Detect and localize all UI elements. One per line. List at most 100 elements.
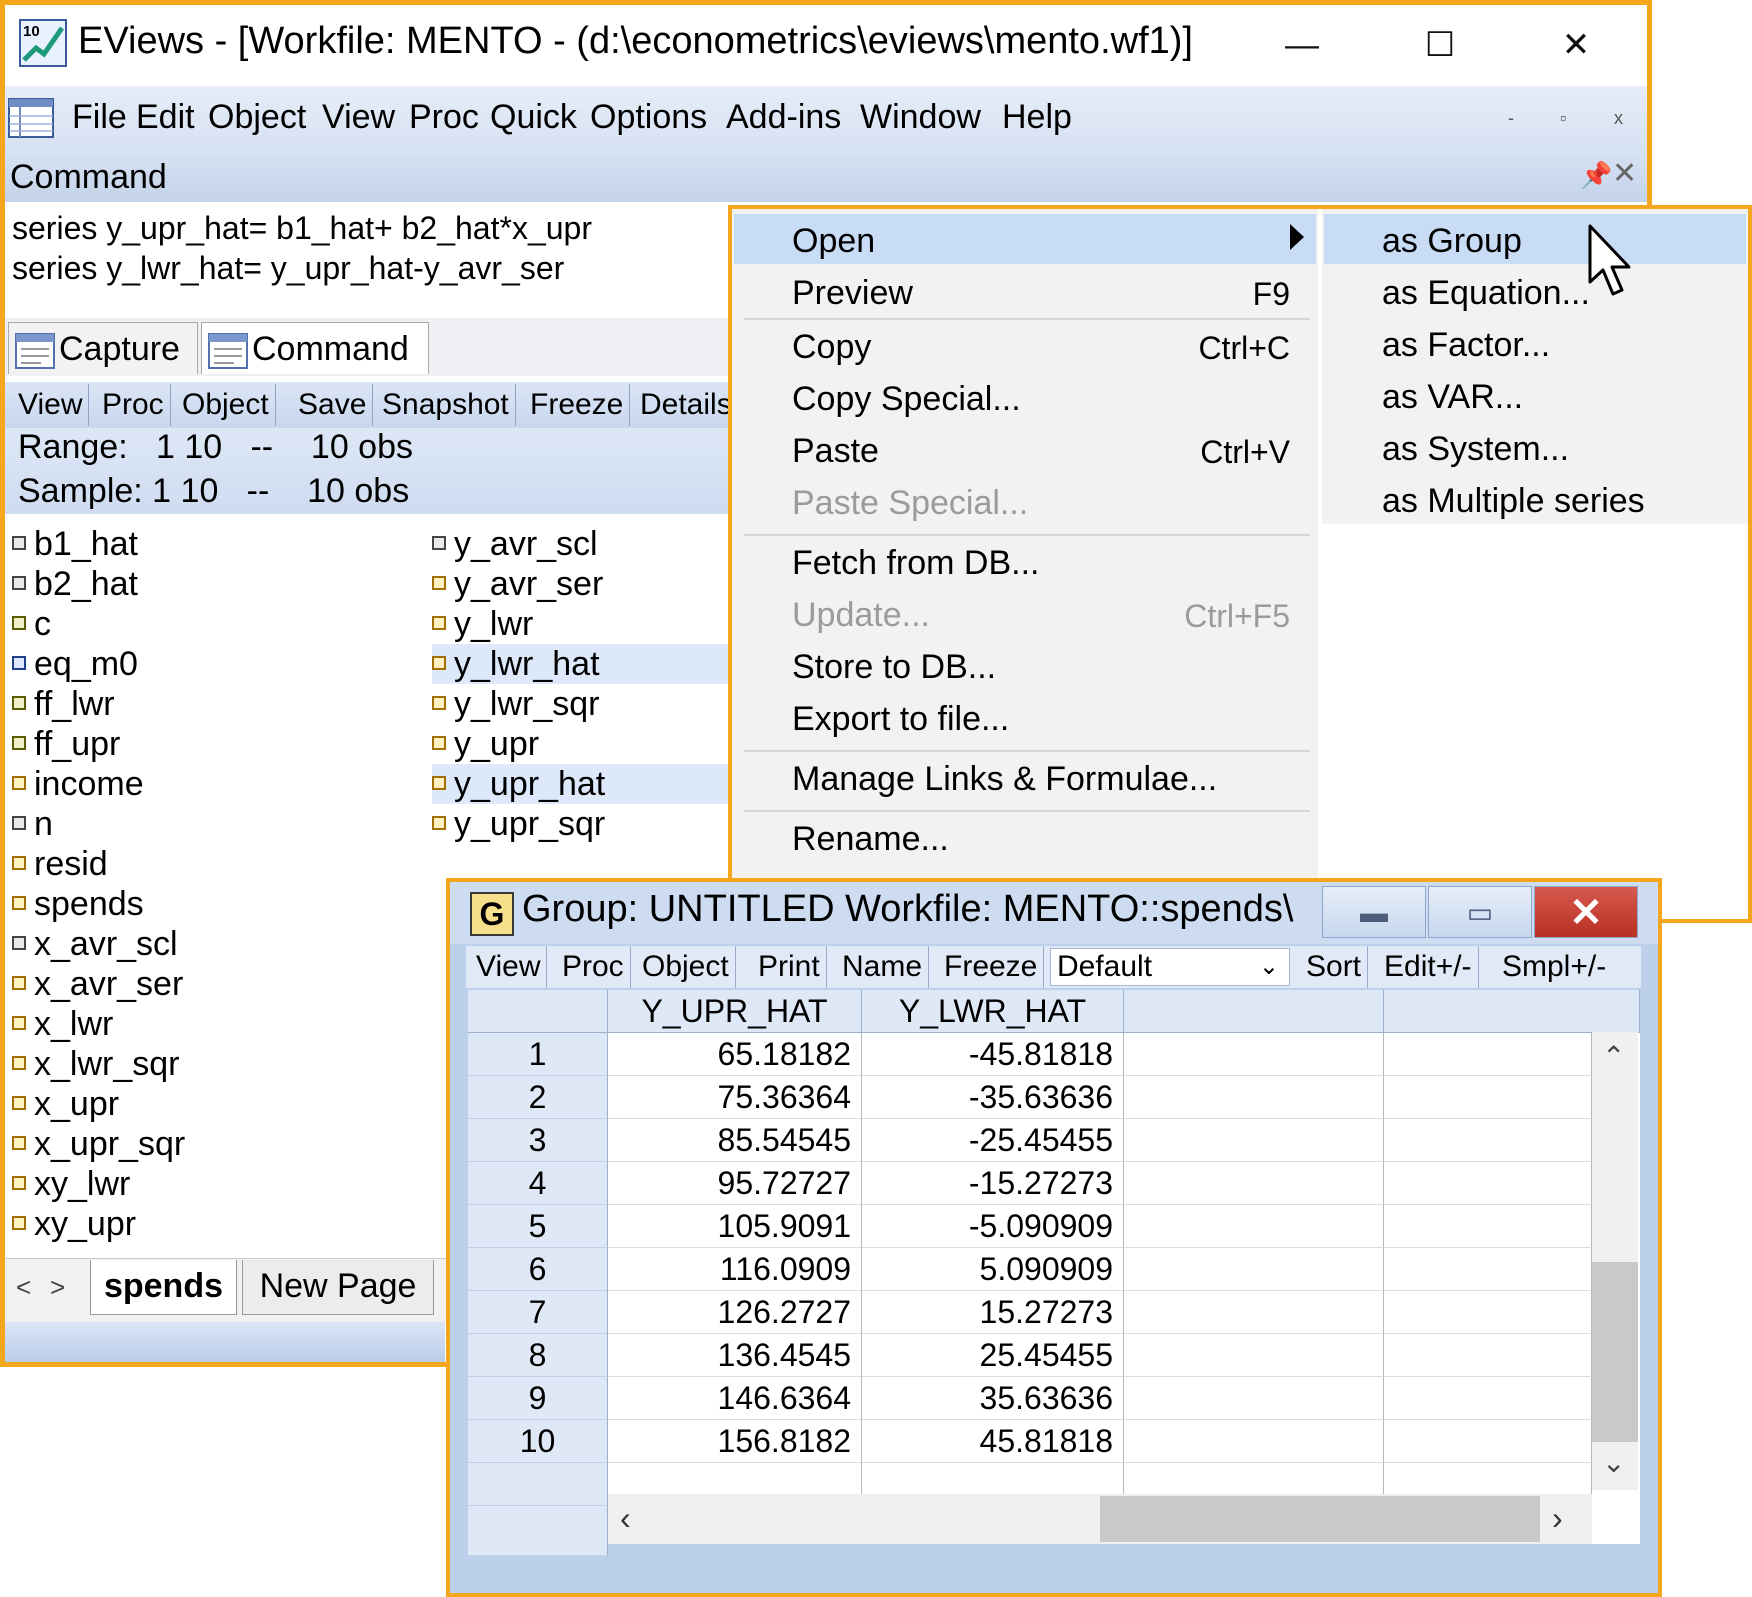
data-cell[interactable]: -35.63636 bbox=[862, 1076, 1124, 1119]
menu-options[interactable]: Options bbox=[590, 98, 707, 137]
workfile-object-item[interactable]: y_upr_sqr bbox=[432, 804, 728, 844]
workfile-object-item[interactable]: spends bbox=[12, 884, 392, 924]
workfile-object-item[interactable]: ff_upr bbox=[12, 724, 392, 764]
empty-cell[interactable] bbox=[1124, 1033, 1384, 1076]
empty-cell[interactable] bbox=[1384, 1248, 1592, 1291]
display-format-dropdown[interactable]: Default ⌄ bbox=[1050, 948, 1290, 986]
empty-cell[interactable] bbox=[1124, 1248, 1384, 1291]
grp-proc-button[interactable]: Proc bbox=[556, 946, 631, 988]
workfile-object-item[interactable]: x_upr_sqr bbox=[12, 1124, 392, 1164]
menu-item-1[interactable]: Open bbox=[792, 222, 875, 261]
submenu-item-1[interactable]: as Group bbox=[1382, 222, 1522, 261]
tab-capture[interactable]: Capture bbox=[8, 322, 198, 374]
menu-quick[interactable]: Quick bbox=[490, 98, 577, 137]
menu-item-12[interactable]: Rename... bbox=[792, 820, 949, 859]
menu-object[interactable]: Object bbox=[208, 98, 306, 137]
menu-view[interactable]: View bbox=[322, 98, 395, 137]
row-header[interactable]: 5 bbox=[468, 1205, 608, 1248]
empty-cell[interactable] bbox=[1124, 1119, 1384, 1162]
scroll-down-icon[interactable]: ⌄ bbox=[1602, 1446, 1625, 1479]
empty-cell[interactable] bbox=[1124, 1334, 1384, 1377]
empty-cell[interactable] bbox=[1384, 1291, 1592, 1334]
menu-item-2[interactable]: Preview bbox=[792, 274, 913, 313]
workfile-object-item[interactable]: y_upr_hat bbox=[432, 764, 728, 804]
workfile-object-item[interactable]: n bbox=[12, 804, 392, 844]
data-cell[interactable]: 35.63636 bbox=[862, 1377, 1124, 1420]
maximize-button[interactable]: ☐ bbox=[1410, 20, 1470, 70]
workfile-object-item[interactable]: y_avr_scl bbox=[432, 524, 728, 564]
workfile-object-item[interactable]: b2_hat bbox=[12, 564, 392, 604]
row-header[interactable]: 2 bbox=[468, 1076, 608, 1119]
wf-save-button[interactable]: Save bbox=[292, 384, 374, 426]
submenu-item-6[interactable]: as Multiple series bbox=[1382, 482, 1645, 521]
mdi-restore-button[interactable]: ▫ bbox=[1560, 108, 1566, 129]
row-header[interactable]: 3 bbox=[468, 1119, 608, 1162]
data-cell[interactable]: 95.72727 bbox=[608, 1162, 862, 1205]
row-header[interactable]: 1 bbox=[468, 1033, 608, 1076]
menu-item-9[interactable]: Store to DB... bbox=[792, 648, 996, 687]
submenu-item-2[interactable]: as Equation... bbox=[1382, 274, 1590, 313]
wf-snapshot-button[interactable]: Snapshot bbox=[376, 384, 516, 426]
workfile-object-item[interactable]: xy_upr bbox=[12, 1204, 392, 1244]
row-header[interactable]: 4 bbox=[468, 1162, 608, 1205]
empty-cell[interactable] bbox=[1124, 1076, 1384, 1119]
empty-cell[interactable] bbox=[1384, 1334, 1592, 1377]
grp-object-button[interactable]: Object bbox=[636, 946, 736, 988]
workfile-object-item[interactable]: x_lwr_sqr bbox=[12, 1044, 392, 1084]
data-cell[interactable]: -15.27273 bbox=[862, 1162, 1124, 1205]
wf-object-button[interactable]: Object bbox=[176, 384, 276, 426]
wf-view-button[interactable]: View bbox=[12, 384, 90, 426]
row-header[interactable]: 8 bbox=[468, 1334, 608, 1377]
tab-command[interactable]: Command bbox=[201, 322, 429, 374]
menu-edit[interactable]: Edit bbox=[136, 98, 195, 137]
empty-cell[interactable] bbox=[1384, 1420, 1592, 1463]
row-header[interactable]: 9 bbox=[468, 1377, 608, 1420]
submenu-item-3[interactable]: as Factor... bbox=[1382, 326, 1550, 365]
horizontal-scroll-thumb[interactable] bbox=[1100, 1496, 1540, 1542]
submenu-item-4[interactable]: as VAR... bbox=[1382, 378, 1523, 417]
empty-cell[interactable] bbox=[1124, 1420, 1384, 1463]
wf-details-button[interactable]: Details bbox=[634, 384, 738, 426]
mdi-close-button[interactable]: x bbox=[1614, 108, 1623, 129]
workfile-object-item[interactable]: y_lwr_sqr bbox=[432, 684, 728, 724]
menu-item-10[interactable]: Export to file... bbox=[792, 700, 1009, 739]
empty-cell[interactable] bbox=[1384, 1377, 1592, 1420]
workfile-object-item[interactable]: c bbox=[12, 604, 392, 644]
empty-cell[interactable] bbox=[1124, 1377, 1384, 1420]
data-cell[interactable]: -45.81818 bbox=[862, 1033, 1124, 1076]
close-button[interactable]: ✕ bbox=[1546, 20, 1606, 70]
wf-proc-button[interactable]: Proc bbox=[96, 384, 171, 426]
workfile-object-item[interactable]: income bbox=[12, 764, 392, 804]
data-cell[interactable]: 146.6364 bbox=[608, 1377, 862, 1420]
workfile-object-item[interactable]: y_upr bbox=[432, 724, 728, 764]
data-cell[interactable]: 156.8182 bbox=[608, 1420, 862, 1463]
minimize-button[interactable]: — bbox=[1272, 20, 1332, 70]
group-restore-button[interactable]: ▭ bbox=[1428, 886, 1532, 938]
empty-cell[interactable] bbox=[1384, 1076, 1592, 1119]
scroll-up-icon[interactable]: ⌃ bbox=[1602, 1040, 1625, 1073]
close-pane-icon[interactable]: ✕ bbox=[1612, 156, 1637, 191]
data-cell[interactable]: -25.45455 bbox=[862, 1119, 1124, 1162]
workfile-object-item[interactable]: x_lwr bbox=[12, 1004, 392, 1044]
empty-cell[interactable] bbox=[1124, 1205, 1384, 1248]
grp-smpl-button[interactable]: Smpl+/- bbox=[1496, 946, 1612, 988]
pin-icon[interactable]: 📌 bbox=[1580, 160, 1612, 191]
group-minimize-button[interactable]: ▬ bbox=[1322, 886, 1426, 938]
page-prev-arrow[interactable]: < bbox=[16, 1272, 31, 1303]
group-close-button[interactable]: ✕ bbox=[1534, 886, 1638, 938]
submenu-item-5[interactable]: as System... bbox=[1382, 430, 1569, 469]
data-cell[interactable]: 136.4545 bbox=[608, 1334, 862, 1377]
grp-view-button[interactable]: View bbox=[470, 946, 548, 988]
data-cell[interactable]: 5.090909 bbox=[862, 1248, 1124, 1291]
workfile-object-item[interactable]: eq_m0 bbox=[12, 644, 392, 684]
row-header[interactable]: 10 bbox=[468, 1420, 608, 1463]
data-cell[interactable]: 126.2727 bbox=[608, 1291, 862, 1334]
data-cell[interactable]: 75.36364 bbox=[608, 1076, 862, 1119]
column-header[interactable]: Y_UPR_HAT bbox=[608, 990, 862, 1033]
data-cell[interactable]: 25.45455 bbox=[862, 1334, 1124, 1377]
workfile-object-item[interactable]: x_avr_ser bbox=[12, 964, 392, 1004]
menu-proc[interactable]: Proc bbox=[409, 98, 479, 137]
grp-freeze-button[interactable]: Freeze bbox=[938, 946, 1045, 988]
wf-freeze-button[interactable]: Freeze bbox=[524, 384, 631, 426]
workfile-object-item[interactable]: x_upr bbox=[12, 1084, 392, 1124]
